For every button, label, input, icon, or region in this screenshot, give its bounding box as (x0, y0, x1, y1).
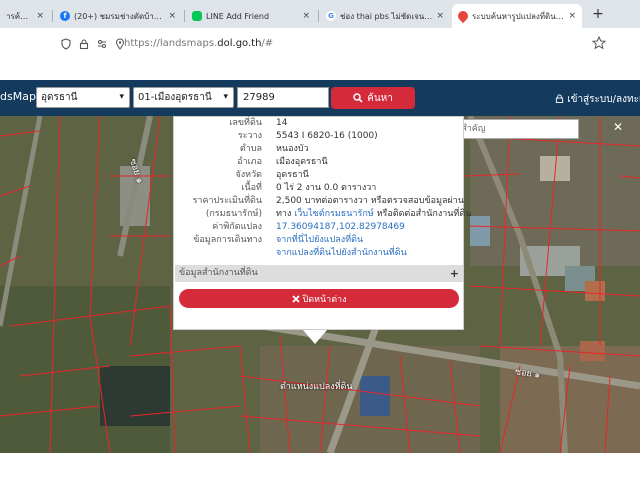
value-suffix: หรือติดต่อสำนักงานที่ดิน (373, 209, 472, 219)
search-button[interactable]: ค้นหา (331, 87, 415, 109)
search-icon (353, 93, 363, 103)
popup-pointer (303, 330, 327, 344)
browser-tab-2[interactable]: f (20+) ชมรมช่างตัดบ้าน แห่งประ × (54, 4, 182, 28)
line-icon (192, 11, 202, 21)
row-appraised-price: ราคาประเมินที่ดิน 2,500 บาทต่อตารางวา หร… (174, 195, 465, 208)
lock-icon[interactable] (78, 38, 90, 50)
row-label: ราคาประเมินที่ดิน (192, 196, 262, 206)
row-directions-office: จากแปลงที่ดินไปยังสำนักงานที่ดิน (174, 247, 465, 260)
url-suffix: /# (261, 38, 274, 49)
search-button-label: ค้นหา (367, 92, 393, 104)
site-header: dsMaps อุดรธานี ▾ 01-เมืองอุดรธานี ▾ 279… (0, 80, 640, 116)
row-district: อำเภอ เมืองอุดรธานี (174, 156, 465, 169)
row-label: เนื้อที่ (241, 183, 262, 193)
row-map-sheet: ระวาง 5543 I 6820-16 (1000) (174, 130, 465, 143)
row-value: 0 ไร่ 2 งาน 0.0 ตารางวา (276, 183, 377, 193)
tab-close-icon[interactable]: × (568, 11, 576, 21)
row-label: เลขที่ดิน (229, 118, 262, 128)
close-window-button[interactable]: ปิดหน้าต่าง (179, 289, 459, 308)
row-parcel-no: เลขที่ดิน 14 (174, 117, 465, 130)
tab-close-icon[interactable]: × (302, 11, 310, 21)
district-select[interactable]: 01-เมืองอุดรธานี ▾ (133, 87, 234, 108)
login-link[interactable]: เข้าสู่ระบบ/ลงทะเบี (555, 92, 640, 107)
parcel-number-input[interactable]: 27989 (237, 87, 329, 108)
tab-title: ระบบค้นหารูปแปลงที่ดิน (Lands (472, 11, 564, 21)
section-title: ข้อมูลสำนักงานที่ดิน (179, 268, 258, 278)
row-value: อุดรธานี (276, 170, 309, 180)
row-directions: ข้อมูลการเดินทาง จากที่นี่ไปยังแปลงที่ดิ… (174, 234, 465, 247)
map-pin-icon (455, 8, 471, 24)
row-province: จังหวัด อุดรธานี (174, 169, 465, 182)
login-label: เข้าสู่ระบบ/ลงทะเบี (567, 94, 640, 105)
parcel-location-label: ตำแหน่งแปลงที่ดิน (280, 382, 353, 392)
browser-tab-4[interactable]: G ช่อง thai pbs ไม่ชัดเจน - ค้นห × (320, 4, 450, 28)
address-bar: https://landsmaps.dol.go.th/# (0, 28, 640, 80)
browser-tab-active[interactable]: ระบบค้นหารูปแปลงที่ดิน (Lands × (452, 4, 582, 28)
tab-close-icon[interactable]: × (36, 11, 44, 21)
row-value: ทาง เว็บไซต์กรมธนารักษ์ หรือติดต่อสำนักง… (276, 208, 471, 221)
district-value: 01-เมืองอุดรธานี (138, 92, 212, 103)
tab-title: LINE Add Friend (206, 11, 270, 21)
row-value: 5543 I 6820-16 (1000) (276, 131, 378, 141)
row-area: เนื้อที่ 0 ไร่ 2 งาน 0.0 ตารางวา (174, 182, 465, 195)
google-icon: G (326, 11, 336, 21)
chevron-down-icon: ▾ (223, 92, 228, 102)
lock-icon (555, 94, 564, 103)
row-label: อำเภอ (237, 157, 262, 167)
url-prefix: https://landsmaps. (124, 38, 218, 49)
row-treasury-dept: (กรมธนารักษ์) ทาง เว็บไซต์กรมธนารักษ์ หร… (174, 208, 472, 221)
row-subdistrict: ตำบล หนองบัว (174, 143, 465, 156)
row-label: จังหวัด (235, 170, 263, 180)
expand-icon[interactable]: + (450, 265, 459, 282)
browser-tab-strip: ารค้นหา | × f (20+) ชมรมช่างตัดบ้าน แห่ง… (0, 0, 640, 28)
row-label: ข้อมูลการเดินทาง (193, 235, 262, 245)
site-settings-icon[interactable] (96, 38, 108, 50)
tab-title: ช่อง thai pbs ไม่ชัดเจน - ค้นห (340, 11, 432, 21)
directions-to-parcel-link[interactable]: จากที่นี่ไปยังแปลงที่ดิน (276, 234, 363, 247)
row-value: 14 (276, 118, 288, 128)
row-value: 2,500 บาทต่อตารางวา หรือตรวจสอบข้อมูลผ่า… (276, 196, 464, 206)
page-bottom (0, 453, 640, 480)
row-value: เมืองอุดรธานี (276, 157, 328, 167)
tab-close-icon[interactable]: × (168, 11, 176, 21)
tab-title: (20+) ชมรมช่างตัดบ้าน แห่งประ (74, 11, 164, 21)
row-coordinates: ค่าพิกัดแปลง 17.36094187,102.82978469 (174, 221, 465, 234)
close-icon[interactable]: ✕ (613, 120, 623, 134)
shield-icon[interactable] (60, 38, 72, 50)
scroll-down-icon[interactable]: ⌄ (464, 320, 471, 329)
url-field[interactable]: https://landsmaps.dol.go.th/# (124, 38, 273, 49)
facebook-icon: f (60, 11, 70, 21)
value-prefix: ทาง (276, 209, 295, 219)
land-office-section[interactable]: ข้อมูลสำนักงานที่ดิน + (175, 265, 463, 282)
star-icon[interactable] (592, 36, 606, 50)
row-label: ตำบล (239, 144, 262, 154)
row-label: ระวาง (237, 131, 262, 141)
tab-close-icon[interactable]: × (436, 11, 444, 21)
browser-tab-3[interactable]: LINE Add Friend × (186, 4, 316, 28)
tab-title: ารค้นหา | (6, 11, 33, 21)
row-label: (กรมธนารักษ์) (205, 209, 262, 219)
row-label: ค่าพิกัดแปลง (212, 222, 262, 232)
close-icon (291, 294, 300, 303)
chevron-down-icon: ▾ (119, 92, 124, 102)
parcel-info-popup: เลขที่ดิน 14 ระวาง 5543 I 6820-16 (1000)… (173, 116, 472, 330)
treasury-website-link[interactable]: เว็บไซต์กรมธนารักษ์ (294, 209, 373, 219)
new-tab-button[interactable]: + (590, 6, 606, 22)
province-value: อุดรธานี (41, 92, 78, 103)
row-value: หนองบัว (276, 144, 309, 154)
directions-to-office-link[interactable]: จากแปลงที่ดินไปยังสำนักงานที่ดิน (276, 247, 407, 260)
province-select[interactable]: อุดรธานี ▾ (36, 87, 130, 108)
browser-tab-1[interactable]: ารค้นหา | × (0, 4, 50, 28)
coordinates-link[interactable]: 17.36094187,102.82978469 (276, 221, 405, 234)
close-window-label: ปิดหน้าต่าง (302, 294, 347, 305)
url-domain: dol.go.th (217, 38, 262, 49)
